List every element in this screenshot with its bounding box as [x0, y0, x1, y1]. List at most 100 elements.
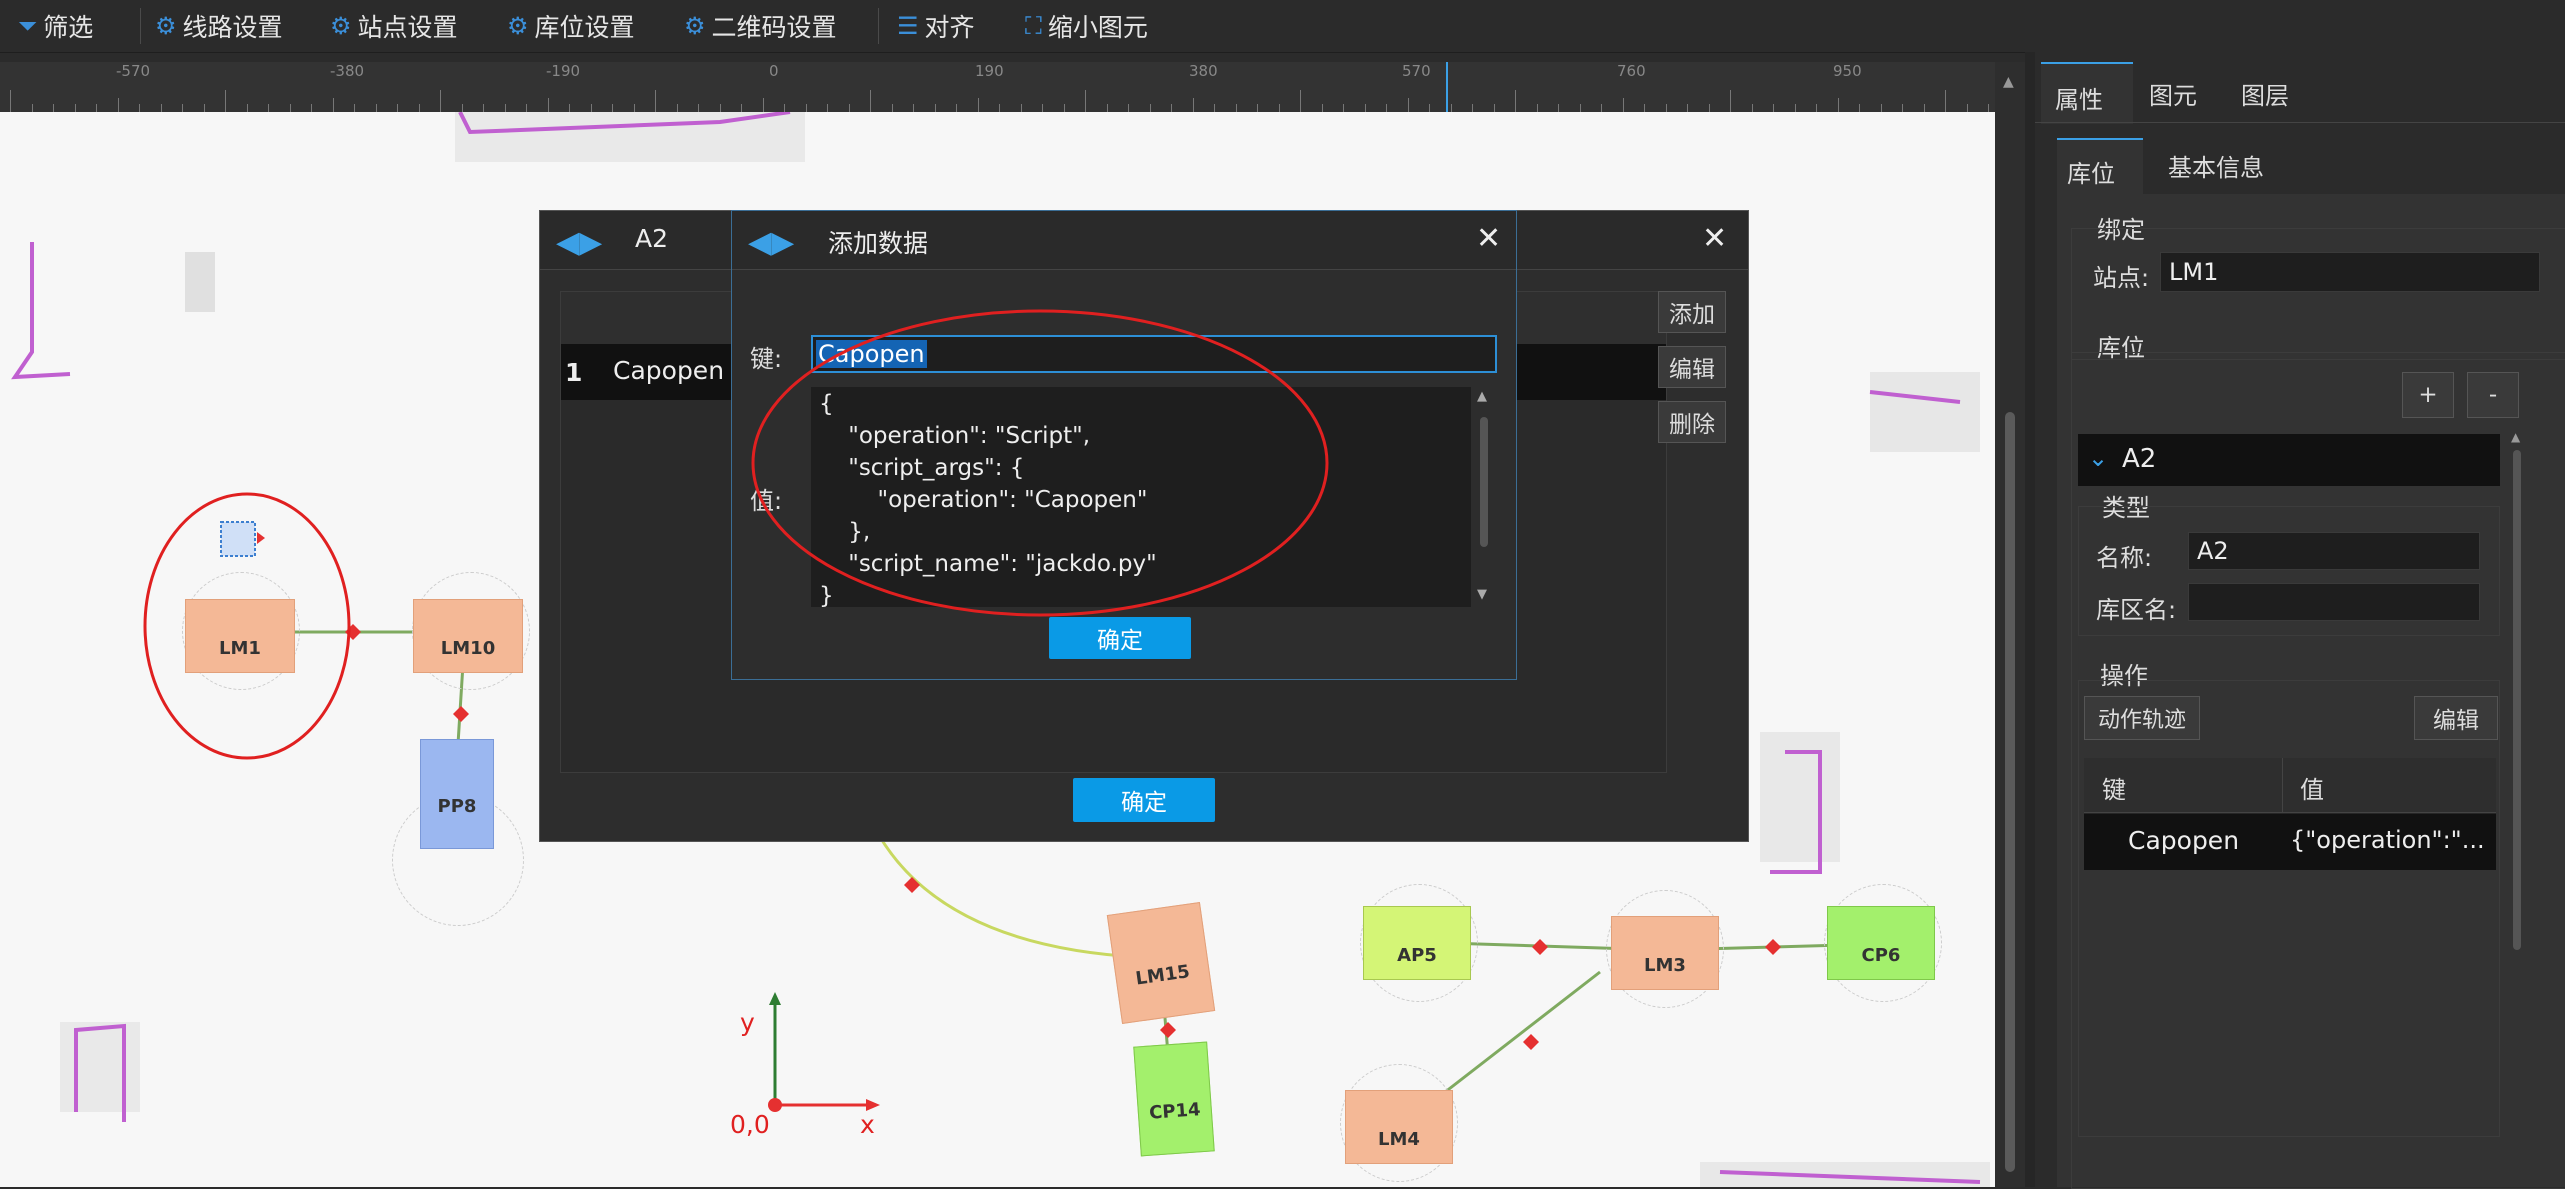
ruler-tick [526, 104, 527, 112]
toolbar-divider [140, 8, 141, 44]
add-storage-button[interactable]: + [2402, 372, 2454, 418]
ruler-tick [1537, 104, 1538, 112]
station-lm10[interactable]: LM10 [413, 599, 523, 673]
key-input[interactable]: Capopen [811, 335, 1497, 373]
chevron-down-icon[interactable]: ⌄ [2088, 444, 2108, 472]
ruler-tick [397, 104, 398, 112]
table-row[interactable]: Capopen {"operation":"... [2084, 814, 2496, 870]
ruler-tick [999, 104, 1000, 112]
station-lm15[interactable]: LM15 [1106, 901, 1216, 1025]
ruler-tick [1085, 90, 1086, 112]
station-lm3[interactable]: LM3 [1611, 916, 1719, 990]
ruler-tick [1064, 104, 1065, 112]
add-button[interactable]: 添加 [1658, 291, 1726, 333]
action-track-button[interactable]: 动作轨迹 [2084, 696, 2200, 740]
subtab-storage[interactable]: 库位 [2057, 138, 2143, 196]
ruler-tick [10, 90, 11, 112]
station-cp6[interactable]: CP6 [1827, 906, 1935, 980]
toolbar-divider [878, 8, 879, 44]
edit-button[interactable]: 编辑 [1658, 346, 1726, 388]
station-pp8[interactable]: PP8 [420, 739, 494, 849]
ruler-tick [505, 104, 506, 112]
station-label: PP8 [437, 795, 477, 817]
qrcode-settings-button[interactable]: ⚙ 二维码设置 [684, 0, 837, 52]
scroll-up-icon[interactable]: ▲ [2003, 74, 2014, 90]
station-label: LM4 [1378, 1128, 1420, 1150]
delete-button[interactable]: 删除 [1658, 401, 1726, 443]
operation-table: 键 值 Capopen {"operation":"... [2084, 758, 2496, 870]
station-label: LM15 [1134, 960, 1192, 990]
scroll-up-icon[interactable]: ▲ [2511, 430, 2520, 444]
ruler-tick [1967, 104, 1968, 112]
align-label: 对齐 [924, 13, 975, 42]
station-label: LM3 [1644, 954, 1686, 976]
ruler-tick [161, 104, 162, 112]
ruler-cursor-marker [1446, 62, 1448, 112]
divider [2035, 122, 2565, 123]
close-icon[interactable]: ✕ [1702, 221, 1727, 256]
ruler-tick [655, 90, 656, 112]
operation-edit-button[interactable]: 编辑 [2414, 696, 2498, 740]
ruler-tick [1128, 104, 1129, 112]
panel-scrollbar[interactable]: ▲ [2510, 430, 2524, 974]
tab-elements[interactable]: 图元 [2149, 76, 2197, 111]
col-value-header: 值 [2300, 776, 2324, 804]
ruler-label: -190 [546, 62, 581, 80]
ruler-tick [1644, 104, 1645, 112]
storage-flag-icon [257, 532, 265, 544]
station-label: LM1 [219, 637, 261, 659]
ruler-tick [978, 98, 979, 112]
ruler-tick [569, 104, 570, 112]
origin-label: 0,0 [730, 1110, 770, 1139]
value-textarea[interactable]: { "operation": "Script", "script_args": … [811, 387, 1471, 607]
station-lm4[interactable]: LM4 [1345, 1090, 1453, 1164]
ruler-tick [440, 90, 441, 112]
align-button[interactable]: ☰ 对齐 [897, 0, 975, 52]
textarea-scrollbar[interactable]: ▲ ▼ [1473, 387, 1495, 607]
panel-scroll-thumb[interactable] [2513, 450, 2521, 950]
ruler-tick [96, 104, 97, 112]
col-divider [2282, 758, 2283, 812]
tab-properties[interactable]: 属性 [2041, 62, 2133, 124]
scroll-up-icon[interactable]: ▲ [1477, 389, 1487, 404]
align-icon: ☰ [897, 12, 919, 40]
ruler-label: 380 [1189, 62, 1218, 80]
confirm-button[interactable]: 确定 [1049, 617, 1191, 659]
ruler-tick [118, 98, 119, 112]
scrollbar-thumb[interactable] [2005, 412, 2015, 1172]
ruler-tick [913, 104, 914, 112]
ruler-tick [290, 104, 291, 112]
remove-storage-button[interactable]: - [2467, 372, 2519, 418]
storage-settings-button[interactable]: ⚙ 库位设置 [507, 0, 635, 52]
code-line: { [819, 391, 834, 417]
station-ap5[interactable]: AP5 [1363, 906, 1471, 980]
add-data-dialog-title: 添加数据 [828, 229, 929, 258]
storage-item-row[interactable]: ⌄ A2 [2078, 434, 2500, 486]
station-cp14[interactable]: CP14 [1133, 1041, 1215, 1157]
subtab-basic-info[interactable]: 基本信息 [2168, 148, 2264, 183]
tab-layers[interactable]: 图层 [2241, 76, 2289, 111]
gear-icon: ⚙ [684, 12, 706, 40]
confirm-button[interactable]: 确定 [1073, 778, 1215, 822]
ruler-tick [548, 98, 549, 112]
filter-button[interactable]: ⏷ 筛选 [18, 0, 93, 52]
scroll-down-icon[interactable]: ▼ [1477, 587, 1487, 602]
station-label: LM10 [440, 637, 496, 659]
app-logo-icon: ◀▶ [556, 225, 603, 260]
station-settings-button[interactable]: ⚙ 站点设置 [330, 0, 458, 52]
station-lm1[interactable]: LM1 [185, 599, 295, 673]
close-icon[interactable]: ✕ [1476, 221, 1501, 256]
name-input[interactable]: A2 [2188, 532, 2480, 570]
ruler-tick [1687, 104, 1688, 112]
gear-icon: ⚙ [507, 12, 529, 40]
station-label: AP5 [1397, 944, 1437, 966]
area-input[interactable] [2188, 583, 2480, 621]
shrink-button[interactable]: ⛶ 缩小图元 [1025, 0, 1148, 52]
canvas-scrollbar[interactable]: ▲ [1995, 62, 2025, 1187]
panel-splitter[interactable] [2025, 52, 2035, 1187]
textarea-scroll-thumb[interactable] [1480, 417, 1488, 547]
route-settings-button[interactable]: ⚙ 线路设置 [155, 0, 283, 52]
storage-settings-label: 库位设置 [534, 13, 635, 42]
station-input[interactable]: LM1 [2160, 252, 2540, 292]
ruler-tick [1515, 90, 1516, 112]
